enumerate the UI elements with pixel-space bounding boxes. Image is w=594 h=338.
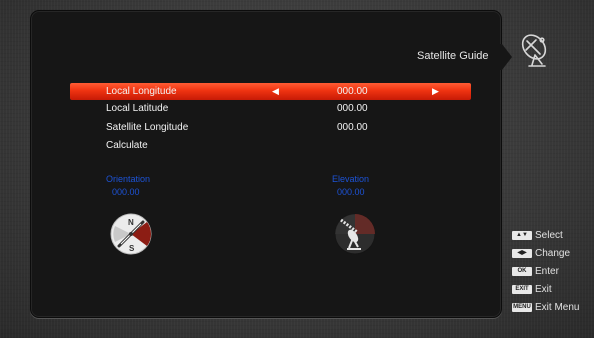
legend-change: ◀▶ Change (512, 248, 570, 259)
exit-key-icon: EXIT (512, 285, 532, 294)
compass-south-label: S (129, 244, 135, 253)
orientation-value: 000.00 (112, 187, 140, 197)
setting-row-local-longitude[interactable]: Local Longitude ◀ 000.00 ▶ (70, 83, 471, 100)
compass-north-label: N (128, 218, 134, 227)
change-key-icon: ◀▶ (512, 249, 532, 258)
arrow-right-icon[interactable]: ▶ (432, 86, 439, 97)
ok-key-icon: OK (512, 267, 532, 276)
legend-exit: EXIT Exit (512, 284, 552, 295)
calculate-button[interactable]: Calculate (70, 137, 471, 154)
elevation-value: 000.00 (337, 187, 365, 197)
setting-value: 000.00 (337, 122, 368, 133)
compass-icon: N S (110, 213, 152, 255)
setting-label: Local Longitude (106, 86, 177, 97)
setting-label: Calculate (106, 140, 148, 151)
legend-label: Exit (535, 284, 552, 295)
menu-key-icon: MENU (512, 303, 532, 312)
elevation-label: Elevation (332, 174, 370, 184)
legend-enter: OK Enter (512, 266, 559, 277)
satellite-dish-icon (521, 34, 547, 67)
legend-label: Select (535, 230, 563, 241)
legend-label: Exit Menu (535, 302, 580, 313)
arrow-left-icon[interactable]: ◀ (272, 86, 279, 97)
legend-label: Enter (535, 266, 559, 277)
legend-select: ▲▼ Select (512, 230, 563, 241)
legend-exit-menu: MENU Exit Menu (512, 302, 579, 313)
orientation-label: Orientation (106, 174, 151, 184)
select-key-icon: ▲▼ (512, 231, 532, 240)
setting-row-satellite-longitude[interactable]: Satellite Longitude 000.00 (70, 119, 471, 136)
legend-label: Change (535, 248, 571, 259)
setting-row-local-latitude[interactable]: Local Latitude 000.00 (70, 100, 471, 117)
page-title: Satellite Guide (417, 50, 489, 62)
elevation-dish-icon (334, 213, 376, 255)
setting-label: Satellite Longitude (106, 122, 189, 133)
setting-label: Local Latitude (106, 103, 169, 114)
setting-value: 000.00 (337, 103, 368, 114)
setting-value: 000.00 (337, 86, 368, 97)
